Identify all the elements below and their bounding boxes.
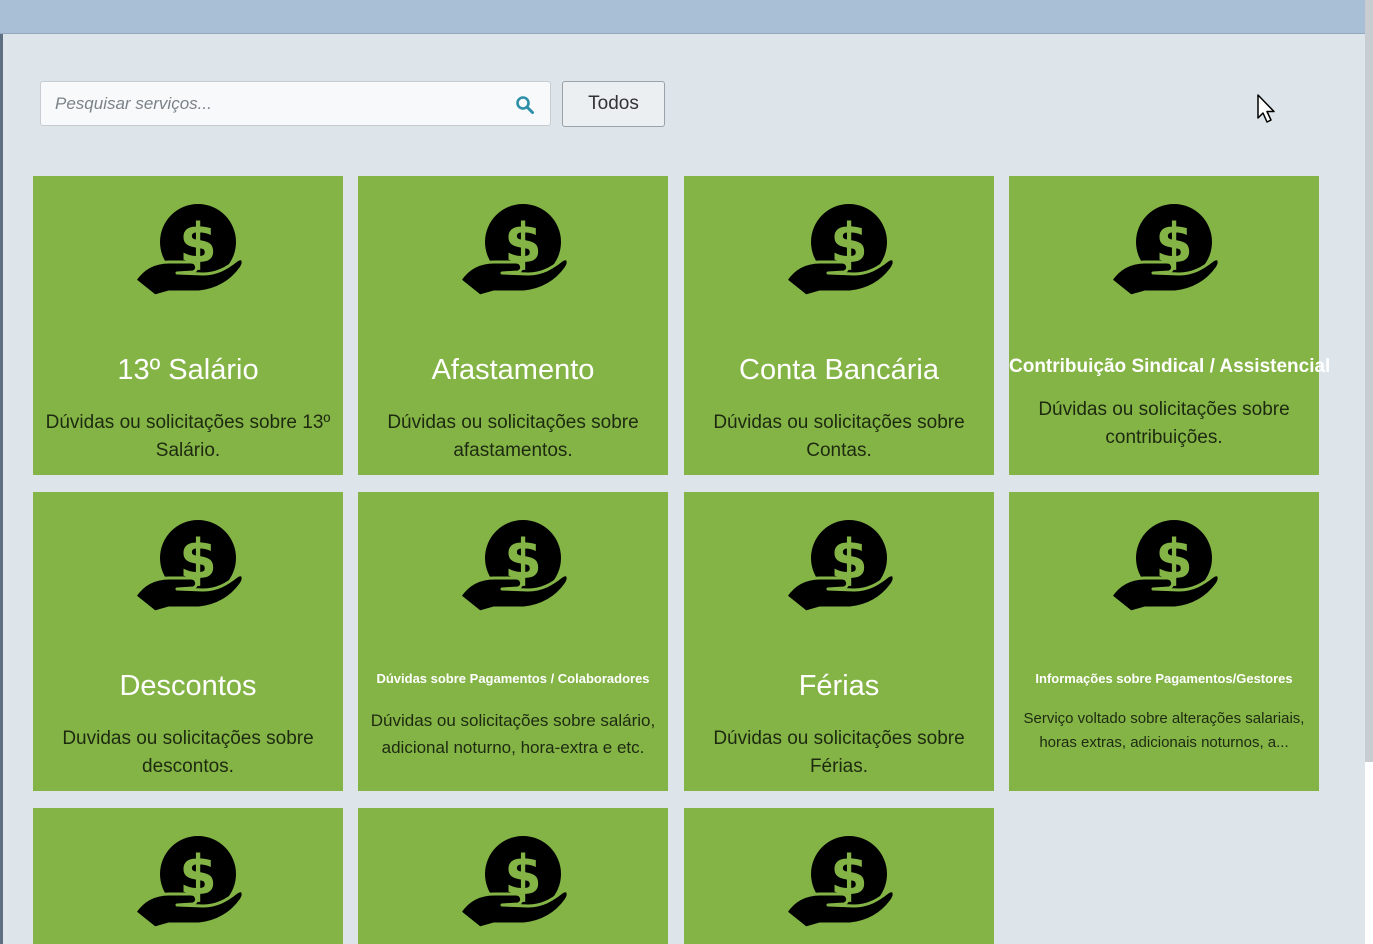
service-card-contribuicao-sindical[interactable]: Contribuição Sindical / Assistencial Dúv… bbox=[1009, 176, 1331, 475]
service-description: Dúvidas ou solicitações sobre contribuiç… bbox=[1038, 399, 1290, 448]
service-title: Informações sobre Pagamentos/Gestores bbox=[1035, 671, 1293, 686]
money-hand-icon bbox=[1009, 518, 1319, 614]
window-left-edge bbox=[0, 0, 3, 944]
scrollbar-thumb[interactable] bbox=[1365, 0, 1373, 762]
money-hand-icon bbox=[358, 834, 668, 930]
money-hand-icon bbox=[684, 834, 994, 930]
service-description: Duvidas ou solicitações sobre descontos. bbox=[62, 728, 314, 777]
money-hand-icon bbox=[33, 834, 343, 930]
top-header-bar bbox=[0, 0, 1365, 34]
service-card-duvidas-pagamentos-colaboradores[interactable]: Dúvidas sobre Pagamentos / Colaboradores… bbox=[358, 492, 668, 791]
service-card-descontos[interactable]: Descontos Duvidas ou solicitações sobre … bbox=[33, 492, 343, 791]
service-description: Dúvidas ou solicitações sobre Contas. bbox=[713, 412, 965, 461]
service-description: Dúvidas ou solicitações sobre Férias. bbox=[713, 728, 965, 777]
mouse-cursor-icon bbox=[1257, 94, 1275, 123]
todos-filter-button[interactable]: Todos bbox=[562, 81, 665, 127]
service-card[interactable] bbox=[358, 808, 668, 944]
service-title: Descontos bbox=[119, 670, 257, 702]
service-description: Serviço voltado sobre alterações salaria… bbox=[1023, 710, 1305, 751]
service-card-13-salario[interactable]: 13º Salário Dúvidas ou solicitações sobr… bbox=[33, 176, 343, 475]
service-card-afastamento[interactable]: Afastamento Dúvidas ou solicitações sobr… bbox=[358, 176, 668, 475]
service-title: Contribuição Sindical / Assistencial bbox=[1009, 356, 1331, 377]
money-hand-icon bbox=[358, 518, 668, 614]
search-input[interactable] bbox=[41, 82, 501, 125]
money-hand-icon bbox=[33, 518, 343, 614]
money-hand-icon bbox=[684, 202, 994, 298]
service-title: 13º Salário bbox=[117, 354, 259, 386]
service-card[interactable] bbox=[33, 808, 343, 944]
money-hand-icon bbox=[684, 518, 994, 614]
service-title: Dúvidas sobre Pagamentos / Colaboradores bbox=[376, 671, 650, 686]
search-icon[interactable] bbox=[515, 95, 535, 115]
search-box[interactable] bbox=[40, 81, 551, 126]
service-description: Dúvidas ou solicitações sobre 13º Salári… bbox=[45, 412, 331, 461]
service-card-informacoes-pagamentos-gestores[interactable]: Informações sobre Pagamentos/Gestores Se… bbox=[1009, 492, 1319, 791]
service-description: Dúvidas ou solicitações sobre salário, a… bbox=[370, 711, 656, 757]
service-title: Férias bbox=[798, 670, 880, 702]
service-card[interactable] bbox=[684, 808, 994, 944]
service-card-ferias[interactable]: Férias Dúvidas ou solicitações sobre Fér… bbox=[684, 492, 994, 791]
service-title: Conta Bancária bbox=[739, 354, 939, 386]
money-hand-icon bbox=[358, 202, 668, 298]
service-card-conta-bancaria[interactable]: Conta Bancária Dúvidas ou solicitações s… bbox=[684, 176, 994, 475]
money-hand-icon bbox=[33, 202, 343, 298]
service-description: Dúvidas ou solicitações sobre afastament… bbox=[387, 412, 639, 461]
money-hand-icon bbox=[1009, 202, 1319, 298]
service-title: Afastamento bbox=[431, 354, 595, 386]
